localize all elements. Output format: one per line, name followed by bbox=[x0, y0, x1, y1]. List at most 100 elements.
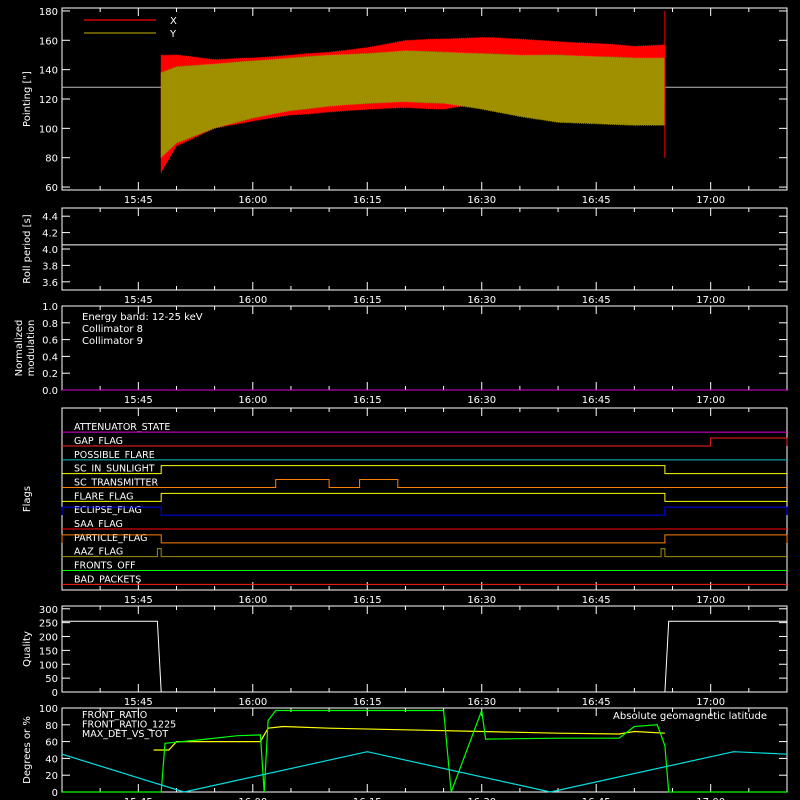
x-tick-label: 17:00 bbox=[696, 295, 725, 306]
flag-label: BAD_PACKETS bbox=[74, 574, 141, 585]
panel-flags: 15:45 16:00 16:15 16:30 16:45 17:00 Flags ATTEN… bbox=[22, 407, 788, 606]
x-tick-label: 16:30 bbox=[467, 697, 496, 708]
panel-roll: 15:45 16:00 16:15 16:30 16:45 17:00 3.6 3.8 4.0 4… bbox=[22, 207, 788, 306]
y-tick-label: 0.6 bbox=[42, 336, 58, 347]
y-tick-label: 160 bbox=[39, 36, 58, 47]
y-axis-label: Pointing ["] bbox=[22, 71, 33, 127]
y-tick-label: 100 bbox=[39, 704, 58, 715]
x-tick-label: 16:15 bbox=[353, 295, 382, 306]
plot-frame bbox=[61, 407, 788, 591]
flag-label: SC_IN_SUNLIGHT bbox=[74, 464, 155, 475]
y-tick-label: 40 bbox=[45, 754, 58, 765]
plot-frame bbox=[61, 207, 788, 291]
flag-label: ATTENUATOR_STATE bbox=[74, 422, 170, 433]
x-tick-label: 16:00 bbox=[238, 295, 267, 306]
x-tick-label: 17:00 bbox=[696, 595, 725, 606]
x-tick-label: 16:45 bbox=[582, 697, 611, 708]
x-tick-label: 15:45 bbox=[124, 595, 153, 606]
y-tick-label: 4.2 bbox=[42, 229, 58, 240]
flag-trace bbox=[61, 506, 788, 516]
y-tick-label: 120 bbox=[39, 95, 58, 106]
series-line bbox=[62, 620, 787, 693]
y-axis-label: Quality bbox=[22, 631, 33, 667]
legend-label: X bbox=[170, 16, 177, 27]
y-axis-label: Flags bbox=[22, 486, 33, 512]
y-tick-label: 200 bbox=[39, 633, 58, 644]
plot-frame bbox=[61, 605, 788, 693]
y-tick-label: 3.6 bbox=[42, 278, 58, 289]
panel-modulation: 15:45 16:00 16:15 16:30 16:45 17:00 0.0 0.2 0.4 0… bbox=[14, 302, 788, 406]
x-tick-label: 15:45 bbox=[124, 395, 153, 406]
series-line bbox=[61, 751, 788, 793]
y-tick-label: 100 bbox=[39, 124, 58, 135]
y-tick-label: 0 bbox=[52, 788, 58, 799]
flag-label: POSSIBLE_FLARE bbox=[74, 450, 155, 461]
flag-label: SAA_FLAG bbox=[74, 519, 123, 530]
y-tick-label: 3.8 bbox=[42, 261, 58, 272]
x-tick-label: 15:45 bbox=[124, 697, 153, 708]
legend-label: MAX_DET_VS_TOT bbox=[82, 729, 168, 740]
y-tick-label: 20 bbox=[45, 771, 58, 782]
flag-trace bbox=[62, 465, 787, 475]
flag-label: SC_TRANSMITTER bbox=[74, 477, 159, 488]
x-tick-label: 16:30 bbox=[467, 295, 496, 306]
x-tick-label: 17:00 bbox=[696, 195, 725, 206]
panel-ratios: 15:4516:0016:1516:3016:4517:000204060801… bbox=[22, 704, 788, 800]
legend-label: Y bbox=[169, 29, 177, 40]
panel-pointing: 15:45 16:00 16:15 16:30 16:45 17:00 60 80 100 120… bbox=[22, 7, 788, 206]
x-tick-label: 16:30 bbox=[467, 395, 496, 406]
y-axis-label: modulation bbox=[26, 320, 37, 377]
y-tick-label: 140 bbox=[39, 66, 58, 77]
x-tick-label: 16:00 bbox=[238, 595, 267, 606]
x-tick-label: 16:00 bbox=[238, 395, 267, 406]
y-tick-label: 0 bbox=[52, 688, 58, 699]
x-tick-label: 16:15 bbox=[353, 595, 382, 606]
x-tick-label: 16:30 bbox=[467, 595, 496, 606]
flag-trace bbox=[62, 492, 787, 502]
annotation-text: Absolute geomagnetic latitude bbox=[613, 711, 767, 722]
y-axis-label: Normalized bbox=[14, 320, 25, 377]
y-tick-label: 100 bbox=[39, 660, 58, 671]
y-axis-label: Degrees or % bbox=[22, 716, 33, 784]
annotation-text: Collimator 8 bbox=[82, 324, 143, 335]
x-tick-label: 16:00 bbox=[238, 195, 267, 206]
x-tick-label: 16:15 bbox=[353, 195, 382, 206]
x-tick-label: 16:15 bbox=[353, 395, 382, 406]
flag-label: GAP_FLAG bbox=[74, 436, 123, 447]
y-tick-label: 4.4 bbox=[42, 212, 58, 223]
annotation-text: Collimator 9 bbox=[82, 336, 143, 347]
y-tick-label: 1.0 bbox=[42, 302, 58, 313]
y-tick-label: 80 bbox=[45, 721, 58, 732]
y-tick-label: 180 bbox=[39, 7, 58, 18]
flag-label: FLARE_FLAG bbox=[74, 491, 134, 502]
x-tick-label: 17:00 bbox=[696, 697, 725, 708]
y-tick-label: 150 bbox=[39, 646, 58, 657]
y-tick-label: 4.0 bbox=[42, 245, 58, 256]
flag-trace bbox=[62, 478, 787, 488]
y-tick-label: 80 bbox=[45, 154, 58, 165]
y-tick-label: 0.2 bbox=[42, 369, 58, 380]
panel-quality: 15:45 16:00 16:15 16:30 16:45 17:00 0 50 100 150 2… bbox=[22, 605, 788, 708]
flag-label: FRONTS_OFF bbox=[74, 560, 136, 571]
x-tick-label: 16:45 bbox=[582, 295, 611, 306]
flag-trace bbox=[62, 437, 788, 447]
y-tick-label: 300 bbox=[39, 605, 58, 616]
y-tick-label: 250 bbox=[39, 619, 58, 630]
x-tick-label: 16:45 bbox=[582, 595, 611, 606]
x-tick-label: 17:00 bbox=[696, 395, 725, 406]
y-tick-label: 50 bbox=[45, 674, 58, 685]
x-tick-label: 16:45 bbox=[582, 395, 611, 406]
y-tick-label: 0.0 bbox=[42, 386, 58, 397]
annotation-text: Energy band: 12-25 keV bbox=[82, 312, 203, 323]
x-tick-label: 16:30 bbox=[467, 195, 496, 206]
y-tick-label: 0.8 bbox=[42, 319, 58, 330]
flag-label: AAZ_FLAG bbox=[74, 547, 123, 558]
x-tick-label: 16:00 bbox=[238, 697, 267, 708]
x-tick-label: 15:45 bbox=[124, 295, 153, 306]
flag-trace bbox=[61, 534, 788, 544]
y-tick-label: 60 bbox=[45, 738, 58, 749]
flag-trace bbox=[62, 548, 787, 558]
x-tick-label: 16:45 bbox=[582, 195, 611, 206]
x-tick-label: 15:45 bbox=[124, 195, 153, 206]
y-tick-label: 60 bbox=[45, 183, 58, 194]
